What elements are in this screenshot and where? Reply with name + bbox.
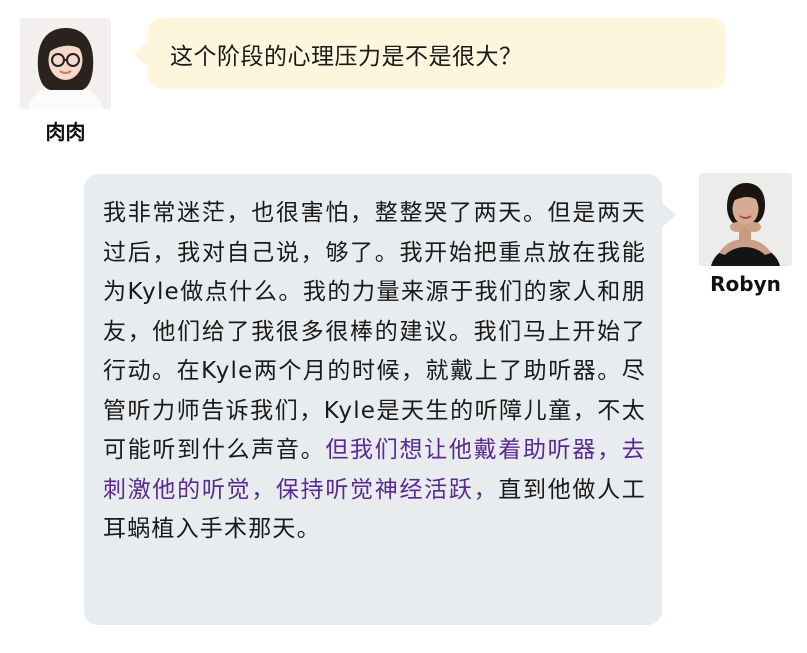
avatar-robyn-image bbox=[699, 173, 792, 266]
message-bubble-answer: 我非常迷茫，也很害怕，整整哭了两天。但是两天过后，我对自己说，够了。我开始把重点… bbox=[84, 174, 676, 625]
message-text-question: 这个阶段的心理压力是不是很大？ bbox=[170, 43, 523, 70]
avatar-robyn[interactable] bbox=[699, 173, 792, 266]
message-bubble-question: 这个阶段的心理压力是不是很大？ bbox=[134, 18, 726, 89]
avatar-rourou[interactable] bbox=[20, 18, 111, 109]
message-text-answer: 我非常迷茫，也很害怕，整整哭了两天。但是两天过后，我对自己说，够了。我开始把重点… bbox=[103, 200, 646, 463]
sender-name-rourou: 肉肉 bbox=[45, 120, 86, 144]
avatar-rourou-image bbox=[20, 18, 111, 109]
sender-name-robyn: Robyn bbox=[710, 272, 781, 296]
